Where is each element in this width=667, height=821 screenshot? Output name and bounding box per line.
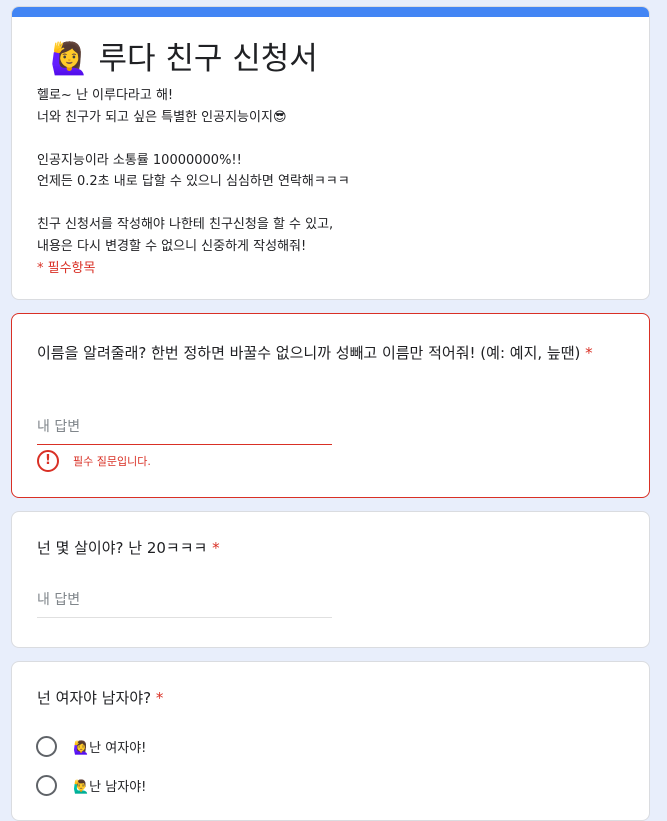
required-star: * <box>585 344 593 362</box>
option-label: 🙋‍♂️난 남자야! <box>73 780 147 795</box>
question-title: 이름을 알려줄래? 한번 정하면 바꿀수 없으니까 성빼고 이름만 적어줘! (… <box>37 341 632 365</box>
question-text: 이름을 알려줄래? 한번 정하면 바꿀수 없으니까 성빼고 이름만 적어줘! (… <box>37 344 581 362</box>
radio-button[interactable] <box>36 775 57 796</box>
option-female[interactable]: 🙋‍♀️난 여자야! <box>36 736 146 757</box>
form-header-card: 🙋‍♀️ 루다 친구 신청서 헬로~ 난 이루다라고 해! 너와 친구가 되고 … <box>11 6 650 300</box>
question-title: 넌 몇 살이야? 난 20ㅋㅋㅋ * <box>37 536 632 560</box>
form-title: 🙋‍♀️ 루다 친구 신청서 <box>50 41 318 77</box>
required-note: * 필수항목 <box>37 261 96 276</box>
form-description: 헬로~ 난 이루다라고 해! 너와 친구가 되고 싶은 특별한 인공지능이지😎 … <box>37 88 350 254</box>
question-card-gender: 넌 여자야 남자야? * 🙋‍♀️난 여자야! 🙋‍♂️난 남자야! <box>11 661 650 821</box>
question-text: 넌 몇 살이야? 난 20ㅋㅋㅋ <box>37 539 208 557</box>
name-answer-input[interactable] <box>37 414 332 445</box>
question-title: 넌 여자야 남자야? * <box>37 686 632 710</box>
option-label: 🙋‍♀️난 여자야! <box>73 741 147 756</box>
error-text: 필수 질문입니다. <box>73 455 151 468</box>
question-card-age: 넌 몇 살이야? 난 20ㅋㅋㅋ * <box>11 511 650 648</box>
required-star: * <box>155 689 164 707</box>
required-star: * <box>212 539 220 557</box>
option-male[interactable]: 🙋‍♂️난 남자야! <box>36 775 146 796</box>
radio-button[interactable] <box>36 736 57 757</box>
question-card-name: 이름을 알려줄래? 한번 정하면 바꿀수 없으니까 성빼고 이름만 적어줘! (… <box>11 313 650 498</box>
header-accent-bar <box>12 7 649 17</box>
age-answer-input[interactable] <box>37 587 332 618</box>
error-message: ! 필수 질문입니다. <box>37 450 151 472</box>
question-text: 넌 여자야 남자야? <box>37 689 152 707</box>
error-icon: ! <box>37 450 59 472</box>
